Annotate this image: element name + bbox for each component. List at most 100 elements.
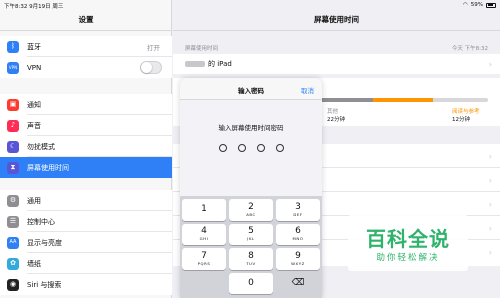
page-title: 屏幕使用时间	[314, 15, 359, 24]
sidebar-item-bluetooth[interactable]: ᛒ 蓝牙 打开	[0, 36, 172, 57]
key-digit: 6	[295, 226, 301, 237]
settings-sidebar: 设置 ᛒ 蓝牙 打开 VPN VPN ▣ 通知 ♪ 声音 ☾ 勿扰模式 ⧗ 屏幕…	[0, 0, 172, 298]
key-7[interactable]: 7 PQRS	[182, 248, 226, 270]
siri-icon: ◉	[7, 278, 19, 291]
key-letters: JKL	[247, 236, 255, 242]
sidebar-item-general[interactable]: ⚙ 通用	[0, 190, 172, 211]
sound-icon: ♪	[7, 119, 19, 132]
hourglass-icon: ⧗	[7, 161, 19, 174]
divider	[0, 30, 172, 31]
key-3[interactable]: 3 DEF	[276, 199, 320, 221]
status-time-date: 下午8:32 9月19日 周三	[4, 4, 64, 10]
sidebar-group-connectivity: ᛒ 蓝牙 打开 VPN VPN	[0, 36, 172, 78]
sidebar-title: 设置	[78, 15, 94, 24]
divider	[173, 30, 500, 31]
sidebar-item-label: 蓝牙	[27, 42, 41, 51]
chevron-right-icon: ›	[488, 176, 492, 185]
passcode-dot	[275, 144, 284, 152]
sidebar-item-control-center[interactable]: ☰ 控制中心	[0, 211, 172, 232]
sidebar-item-notifications[interactable]: ▣ 通知	[0, 94, 172, 115]
key-digit: 0	[248, 277, 254, 288]
sidebar-item-screen-time[interactable]: ⧗ 屏幕使用时间	[0, 157, 172, 178]
notifications-icon: ▣	[7, 98, 19, 111]
key-1[interactable]: 1	[182, 199, 226, 221]
key-digit: 4	[201, 226, 207, 237]
backspace-icon: ⌫	[291, 277, 305, 288]
chevron-right-icon: ›	[488, 200, 492, 209]
chevron-right-icon: ›	[488, 152, 492, 161]
wallpaper-icon: ✿	[7, 257, 19, 270]
key-letters: DEF	[293, 211, 303, 217]
chevron-right-icon: ›	[488, 248, 492, 257]
device-label: 的 iPad	[208, 60, 232, 68]
key-letters: GHI	[199, 236, 209, 242]
passcode-sheet: 输入密码 取消 输入屏幕使用时间密码 1 2 ABC 3 DEF 4 GHI 5 JKL…	[180, 78, 322, 298]
key-letters: WXYZ	[291, 260, 305, 266]
bluetooth-icon: ᛒ	[7, 40, 19, 53]
key-digit: 9	[295, 250, 301, 261]
sidebar-item-label: 屏幕使用时间	[27, 163, 69, 172]
watermark-title: 百科全说	[366, 227, 450, 251]
battery-icon	[486, 2, 496, 8]
section-header: 屏幕使用时间	[185, 46, 219, 52]
key-9[interactable]: 9 WXYZ	[276, 248, 320, 270]
sidebar-item-wallpaper[interactable]: ✿ 墙纸	[0, 253, 172, 274]
sidebar-item-vpn[interactable]: VPN VPN	[0, 57, 172, 78]
key-digit: 2	[248, 201, 254, 212]
sidebar-group-general: ⚙ 通用 ☰ 控制中心 AA 显示与亮度 ✿ 墙纸 ◉ Siri 与搜索	[0, 190, 172, 295]
key-8[interactable]: 8 TUV	[229, 248, 273, 270]
sidebar-item-display[interactable]: AA 显示与亮度	[0, 232, 172, 253]
moon-icon: ☾	[7, 140, 19, 153]
sidebar-item-label: 墙纸	[27, 259, 41, 268]
passcode-prompt: 输入屏幕使用时间密码	[218, 124, 284, 132]
status-bar: 下午8:32 9月19日 周三 ◠ 59%	[0, 0, 500, 10]
key-6[interactable]: 6 MNO	[276, 223, 320, 245]
display-icon: AA	[7, 236, 19, 249]
sidebar-group-notifications: ▣ 通知 ♪ 声音 ☾ 勿扰模式 ⧗ 屏幕使用时间	[0, 94, 172, 178]
key-5[interactable]: 5 JKL	[229, 223, 273, 245]
chevron-right-icon: ›	[488, 59, 492, 69]
key-letters: ABC	[246, 211, 256, 217]
key-letters: MNO	[292, 236, 304, 242]
passcode-dot	[237, 144, 246, 152]
key-digit: 7	[201, 250, 207, 261]
cancel-button[interactable]: 取消	[301, 85, 314, 95]
number-keypad: 1 2 ABC 3 DEF 4 GHI 5 JKL 6 MNO 7 PQRS 8 TUV 9W…	[180, 196, 322, 298]
device-row[interactable]: 的 iPad ›	[173, 54, 500, 74]
vpn-toggle[interactable]	[140, 61, 162, 74]
toggle-knob	[141, 62, 152, 73]
usage-date: 今天 下午8:32	[451, 46, 488, 52]
watermark: 百科全说 助你轻松解决	[348, 215, 468, 271]
gear-icon: ⚙	[7, 194, 19, 207]
sidebar-item-sounds[interactable]: ♪ 声音	[0, 115, 172, 136]
key-letters: PQRS	[197, 260, 211, 266]
key-2[interactable]: 2 ABC	[229, 199, 273, 221]
sidebar-item-label: 通知	[27, 100, 41, 109]
key-digit: 8	[248, 250, 254, 261]
usage-value-reading: 12分钟	[452, 117, 470, 123]
chevron-right-icon: ›	[488, 224, 492, 233]
redacted-name	[185, 61, 205, 67]
battery-percent: 59%	[470, 2, 483, 8]
passcode-dot	[256, 144, 265, 152]
wifi-icon: ◠	[462, 2, 468, 8]
key-4[interactable]: 4 GHI	[182, 223, 226, 245]
key-blank	[182, 273, 226, 295]
usage-bar-reading	[372, 98, 434, 102]
sidebar-item-label: 通用	[27, 196, 41, 205]
sidebar-item-label: VPN	[27, 63, 42, 72]
delete-key[interactable]: ⌫	[276, 273, 320, 295]
sidebar-item-label: 勿扰模式	[27, 142, 55, 151]
sidebar-item-siri[interactable]: ◉ Siri 与搜索	[0, 274, 172, 295]
key-letters: TUV	[246, 260, 256, 266]
vpn-icon: VPN	[7, 61, 19, 74]
sidebar-item-label: 声音	[27, 121, 41, 130]
key-digit: 3	[295, 201, 301, 212]
usage-value-other: 22分钟	[327, 117, 345, 123]
usage-label-reading: 阅读与参考	[452, 109, 480, 115]
sidebar-item-do-not-disturb[interactable]: ☾ 勿扰模式	[0, 136, 172, 157]
key-0[interactable]: 0	[229, 272, 273, 294]
bluetooth-status: 打开	[147, 43, 160, 52]
sidebar-item-label: 显示与亮度	[27, 238, 62, 247]
sidebar-item-label: Siri 与搜索	[27, 280, 62, 289]
